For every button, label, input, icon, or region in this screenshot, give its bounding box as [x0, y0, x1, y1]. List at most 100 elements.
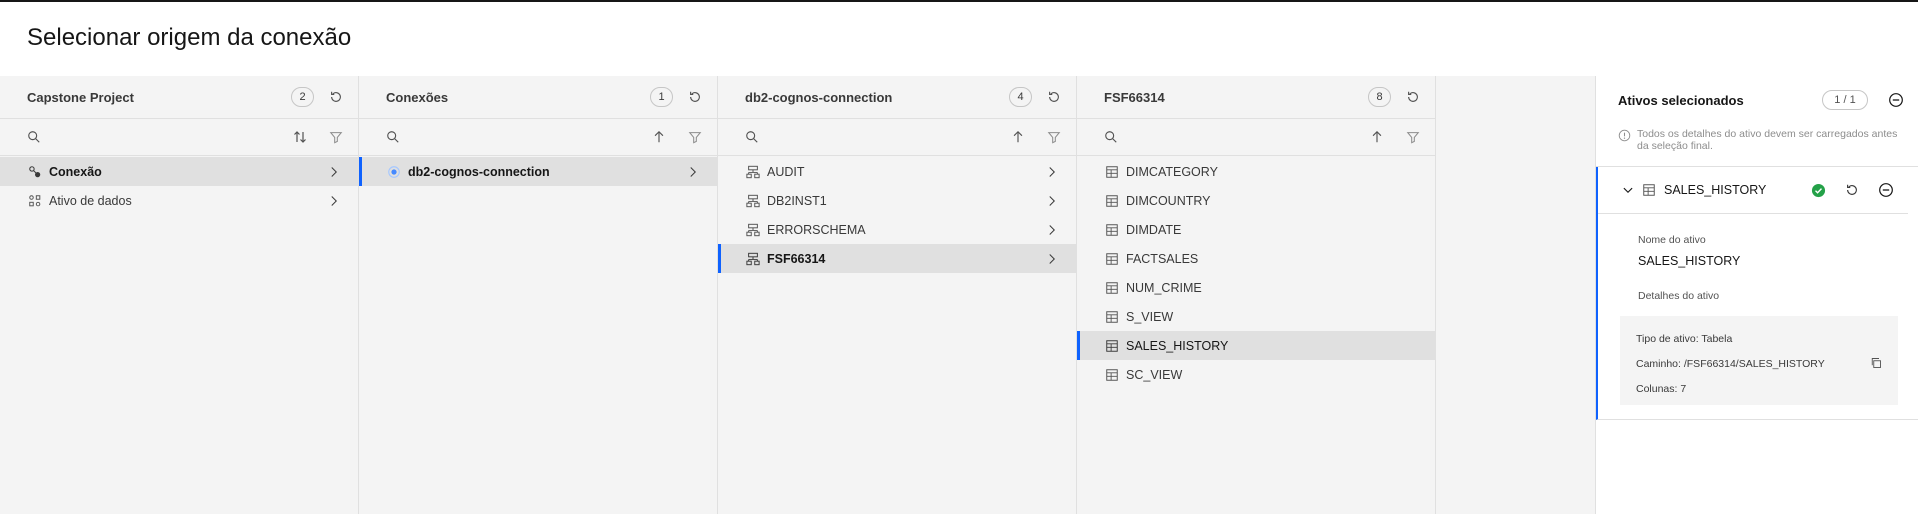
table-icon — [1104, 222, 1120, 238]
panel-header: Ativos selecionados 1 / 1 — [1596, 76, 1918, 124]
schema-icon — [745, 251, 761, 267]
column-capstone-project: Capstone Project 2 Conexão Ativo de dado… — [0, 76, 359, 514]
list-item-sc-view[interactable]: SC_VIEW — [1077, 360, 1435, 389]
asset-path-text: Caminho: /FSF66314/SALES_HISTORY — [1636, 357, 1825, 370]
refresh-icon[interactable] — [1403, 87, 1423, 107]
filter-icon[interactable] — [685, 127, 705, 147]
filter-icon[interactable] — [1044, 127, 1064, 147]
search-icon[interactable] — [27, 130, 290, 144]
notice-text: Todos os detalhes do ativo devem ser car… — [1637, 128, 1898, 152]
table-icon — [1104, 280, 1120, 296]
data-asset-icon — [27, 193, 43, 209]
list-item-dimcountry[interactable]: DIMCOUNTRY — [1077, 186, 1435, 215]
selected-asset-card: SALES_HISTORY Nome do ativo SALES_HISTOR… — [1596, 167, 1918, 420]
column-title: FSF66314 — [1104, 89, 1165, 105]
search-icon[interactable] — [1104, 130, 1367, 144]
sort-icon[interactable] — [290, 127, 310, 147]
chevron-right-icon — [1044, 251, 1060, 267]
count-badge: 4 — [1009, 87, 1032, 107]
list-item-db2inst1[interactable]: DB2INST1 — [718, 186, 1076, 215]
copy-icon[interactable] — [1870, 357, 1884, 371]
list-item-dimdate[interactable]: DIMDATE — [1077, 215, 1435, 244]
list-item-s-view[interactable]: S_VIEW — [1077, 302, 1435, 331]
list-item-fsf66314[interactable]: FSF66314 — [718, 244, 1076, 273]
column-db2-cognos-connection: db2-cognos-connection 4 AUDIT DB2INST1 E… — [718, 76, 1077, 514]
list-item-label: AUDIT — [767, 164, 805, 179]
page-title: Selecionar origem da conexão — [27, 24, 352, 51]
schema-icon — [745, 222, 761, 238]
column-header: db2-cognos-connection 4 — [718, 76, 1076, 119]
asset-columns-line: Colunas: 7 — [1636, 376, 1884, 401]
table-icon — [1104, 251, 1120, 267]
list-item-errorschema[interactable]: ERRORSCHEMA — [718, 215, 1076, 244]
chevron-down-icon[interactable] — [1622, 183, 1636, 197]
refresh-icon[interactable] — [685, 87, 705, 107]
column-title: Conexões — [386, 89, 449, 105]
panel-title: Ativos selecionados — [1618, 92, 1744, 108]
asset-details-box: Tipo de ativo: Tabela Caminho: /FSF66314… — [1620, 316, 1898, 405]
sort-ascending-icon[interactable] — [1008, 127, 1028, 147]
table-icon — [1104, 309, 1120, 325]
remove-icon[interactable] — [1876, 180, 1896, 200]
column-header: FSF66314 8 — [1077, 76, 1435, 119]
asset-columns-text: Colunas: 7 — [1636, 382, 1687, 395]
column-list: DIMCATEGORY DIMCOUNTRY DIMDATE FACTSALES… — [1077, 156, 1435, 389]
list-item-label: FACTSALES — [1126, 251, 1199, 266]
checkmark-filled-icon — [1808, 180, 1828, 200]
count-badge: 8 — [1368, 87, 1391, 107]
filter-icon[interactable] — [326, 127, 346, 147]
empty-column-area — [1436, 76, 1595, 514]
column-header: Conexões 1 — [359, 76, 717, 119]
chevron-right-icon — [685, 164, 701, 180]
chevron-right-icon — [1044, 164, 1060, 180]
refresh-icon[interactable] — [1044, 87, 1064, 107]
list-item-num-crime[interactable]: NUM_CRIME — [1077, 273, 1435, 302]
asset-card-header[interactable]: SALES_HISTORY — [1598, 167, 1908, 214]
chevron-right-icon — [326, 164, 342, 180]
search-icon[interactable] — [386, 130, 649, 144]
list-item-label: DIMDATE — [1126, 222, 1182, 237]
refresh-icon[interactable] — [326, 87, 346, 107]
chevron-right-icon — [326, 193, 342, 209]
column-conexoes: Conexões 1 db2-cognos-connection — [359, 76, 718, 514]
list-item-label: DIMCATEGORY — [1126, 164, 1218, 179]
filter-icon[interactable] — [1403, 127, 1423, 147]
list-item-sales-history[interactable]: SALES_HISTORY — [1077, 331, 1435, 360]
table-icon — [1104, 164, 1120, 180]
asset-type-text: Tipo de ativo: Tabela — [1636, 332, 1733, 345]
asset-type-line: Tipo de ativo: Tabela — [1636, 326, 1884, 351]
column-fsf66314: FSF66314 8 DIMCATEGORY DIMCOUNTRY DIMDAT… — [1077, 76, 1436, 514]
list-item-ativo-de-dados[interactable]: Ativo de dados — [0, 186, 358, 215]
search-icon[interactable] — [745, 130, 1008, 144]
table-icon — [1642, 183, 1656, 197]
list-item-conexao[interactable]: Conexão — [0, 157, 358, 186]
browser-columns: Capstone Project 2 Conexão Ativo de dado… — [0, 76, 1595, 514]
chevron-right-icon — [1044, 193, 1060, 209]
column-title: Capstone Project — [27, 89, 134, 105]
info-icon — [1618, 129, 1631, 143]
list-item-db2-cognos-connection[interactable]: db2-cognos-connection — [359, 157, 717, 186]
asset-details-label: Detalhes do ativo — [1638, 290, 1720, 302]
connection-icon — [27, 164, 43, 180]
sort-ascending-icon[interactable] — [1367, 127, 1387, 147]
db-connection-icon — [386, 164, 402, 180]
column-toolbar — [0, 119, 358, 156]
column-list: Conexão Ativo de dados — [0, 156, 358, 215]
list-item-label: Ativo de dados — [49, 193, 132, 208]
list-item-label: Conexão — [49, 164, 102, 179]
asset-path-line: Caminho: /FSF66314/SALES_HISTORY — [1636, 351, 1884, 376]
column-title: db2-cognos-connection — [745, 89, 893, 105]
refresh-icon[interactable] — [1842, 180, 1862, 200]
count-badge: 2 — [291, 87, 314, 107]
sort-ascending-icon[interactable] — [649, 127, 669, 147]
column-list: db2-cognos-connection — [359, 156, 717, 186]
selected-assets-panel: Ativos selecionados 1 / 1 Todos os detal… — [1595, 76, 1918, 514]
list-item-factsales[interactable]: FACTSALES — [1077, 244, 1435, 273]
list-item-audit[interactable]: AUDIT — [718, 157, 1076, 186]
list-item-label: SC_VIEW — [1126, 367, 1183, 382]
list-item-label: FSF66314 — [767, 251, 826, 266]
table-icon — [1104, 193, 1120, 209]
remove-all-icon[interactable] — [1886, 90, 1906, 110]
list-item-label: ERRORSCHEMA — [767, 222, 866, 237]
list-item-dimcategory[interactable]: DIMCATEGORY — [1077, 157, 1435, 186]
